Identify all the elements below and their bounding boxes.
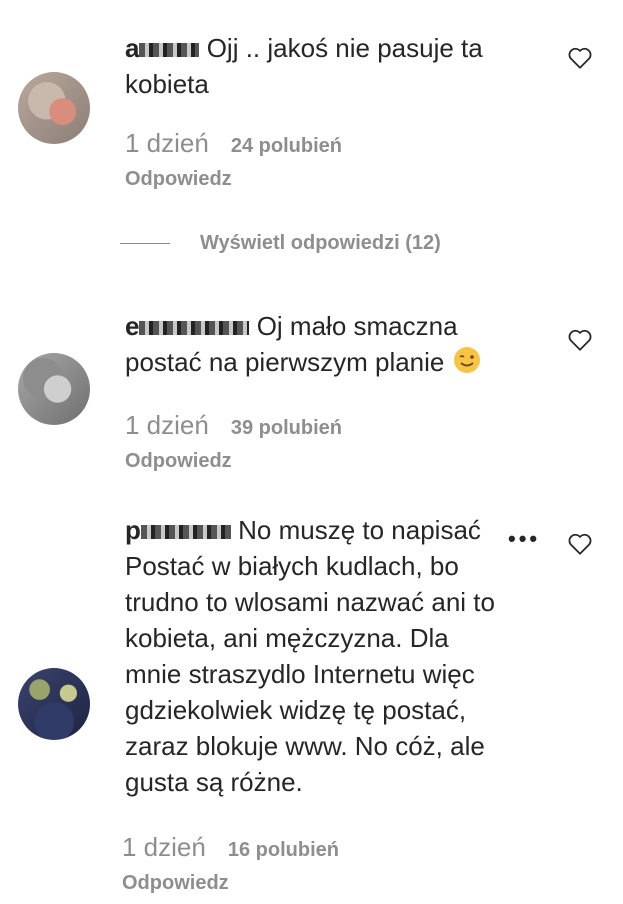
comment-meta: 1 dzień 24 polubień [125, 128, 342, 159]
heart-icon[interactable] [567, 328, 593, 352]
heart-icon[interactable] [567, 532, 593, 556]
more-dots-icon[interactable]: ••• [508, 526, 540, 552]
blurred-username [139, 43, 200, 58]
blurred-username [140, 525, 231, 540]
reply-button[interactable]: Odpowiedz [122, 872, 229, 895]
reply-button[interactable]: Odpowiedz [125, 450, 232, 473]
comment-text: e Oj mało smaczna postać na pierwszym pl… [125, 308, 525, 380]
timestamp[interactable]: 1 dzień [125, 410, 209, 440]
view-replies-button[interactable]: Wyświetl odpowiedzi (12) [120, 232, 441, 255]
divider-line [120, 243, 170, 244]
avatar[interactable] [18, 72, 90, 144]
reply-button[interactable]: Odpowiedz [125, 168, 232, 191]
comment-meta: 1 dzień 16 polubień [122, 832, 339, 863]
likes-count[interactable]: 16 polubień [228, 839, 339, 861]
heart-icon[interactable] [567, 46, 593, 70]
blurred-username [139, 321, 250, 336]
likes-count[interactable]: 24 polubień [231, 135, 342, 157]
likes-count[interactable]: 39 polubień [231, 417, 342, 439]
username[interactable]: a [125, 33, 200, 63]
comment-text: p No muszę to napisać Postać w białych k… [125, 512, 505, 800]
timestamp[interactable]: 1 dzień [125, 128, 209, 158]
comment-body: No muszę to napisać Postać w białych kud… [125, 515, 495, 797]
avatar[interactable] [18, 668, 90, 740]
winking-face-emoji [453, 347, 480, 373]
timestamp[interactable]: 1 dzień [122, 832, 206, 862]
avatar[interactable] [18, 353, 90, 425]
view-replies-label: Wyświetl odpowiedzi (12) [200, 232, 441, 254]
comment-text: a Ojj .. jakoś nie pasuje ta kobieta [125, 30, 525, 102]
username[interactable]: p [125, 515, 231, 545]
comment-meta: 1 dzień 39 polubień [125, 410, 342, 441]
username[interactable]: e [125, 311, 250, 341]
